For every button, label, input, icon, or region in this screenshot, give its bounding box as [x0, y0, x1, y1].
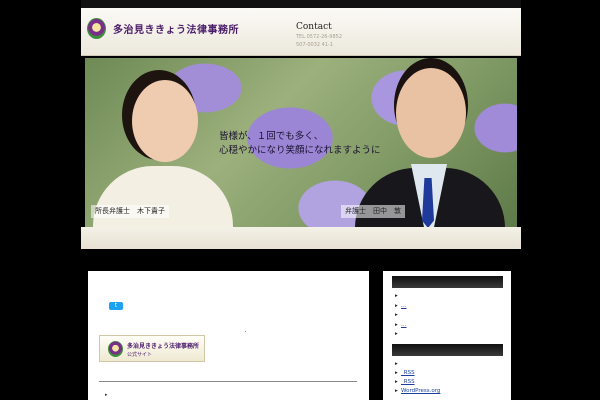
nav-bar	[81, 227, 521, 249]
sidebar: ▸ ▸… ▸ ▸… ▸ ▸ ▸ _RSS ▸ _RSS ▸ WordPress.org	[383, 271, 511, 400]
divider-dot	[245, 331, 246, 332]
caption-lawyer-left: 所長弁護士 木下貴子	[91, 205, 169, 218]
sidebar-item-label[interactable]: _RSS	[401, 379, 415, 385]
sidebar-item-label[interactable]: …	[401, 322, 407, 328]
sidebar-item-label[interactable]: _RSS	[401, 370, 415, 376]
site-title[interactable]: 多治見ききょう法律事務所	[113, 21, 239, 36]
lawyer-right-photo-head	[396, 68, 466, 158]
list-bullet-icon: ▸	[105, 392, 108, 398]
logo-emblem-icon[interactable]	[87, 18, 106, 39]
chevron-right-icon: ▸	[395, 331, 398, 337]
sidebar-widget-heading	[392, 344, 503, 356]
sidebar-item[interactable]: ▸	[395, 292, 401, 300]
banner-subtitle: 公式サイト	[127, 352, 153, 358]
banner-title: 多治見ききょう法律事務所	[127, 343, 200, 350]
sidebar-item[interactable]: ▸ _RSS	[395, 378, 415, 386]
sidebar-item-label[interactable]: WordPress.org	[401, 388, 440, 394]
official-site-banner[interactable]: 多治見ききょう法律事務所 公式サイト	[99, 335, 205, 362]
sidebar-item[interactable]: ▸	[395, 360, 401, 368]
sidebar-item[interactable]: ▸	[395, 330, 401, 338]
main-content: t 多治見ききょう法律事務所 公式サイト ▸	[88, 271, 369, 400]
chevron-right-icon: ▸	[395, 312, 398, 318]
hero-tagline-line2: 心穏やかになり笑顔になれますように	[219, 145, 381, 156]
content-divider	[99, 381, 357, 382]
sidebar-item[interactable]: ▸ WordPress.org	[395, 387, 440, 395]
sidebar-item[interactable]: ▸ _RSS	[395, 369, 415, 377]
sidebar-item[interactable]: ▸…	[395, 302, 407, 310]
sidebar-item[interactable]: ▸…	[395, 321, 407, 329]
chevron-right-icon: ▸	[395, 361, 398, 367]
page: 多治見ききょう法律事務所 Contact TEL.0572-26-9852 50…	[0, 0, 600, 400]
hero-image: 皆様が、１回でも多く、 心穏やかになり笑顔になれますように 所長弁護士 木下貴子…	[85, 58, 517, 227]
contact-tel: TEL.0572-26-9852	[296, 34, 343, 40]
hero-tagline-line1: 皆様が、１回でも多く、	[219, 131, 324, 142]
lawyer-left-photo-head	[132, 80, 198, 162]
contact-title: Contact	[296, 22, 332, 32]
sidebar-item[interactable]: ▸	[395, 311, 401, 319]
site-header: 多治見ききょう法律事務所 Contact TEL.0572-26-9852 50…	[81, 8, 521, 56]
contact-address: 507-0032 41-1	[296, 42, 334, 48]
sidebar-widget-heading	[392, 276, 503, 288]
banner-emblem-icon	[108, 341, 123, 357]
top-strip	[81, 0, 521, 8]
tweet-button[interactable]: t	[109, 302, 123, 310]
sidebar-item-label[interactable]: …	[401, 303, 407, 309]
caption-lawyer-right: 弁護士 田中 敦	[341, 205, 405, 218]
chevron-right-icon: ▸	[395, 293, 398, 299]
